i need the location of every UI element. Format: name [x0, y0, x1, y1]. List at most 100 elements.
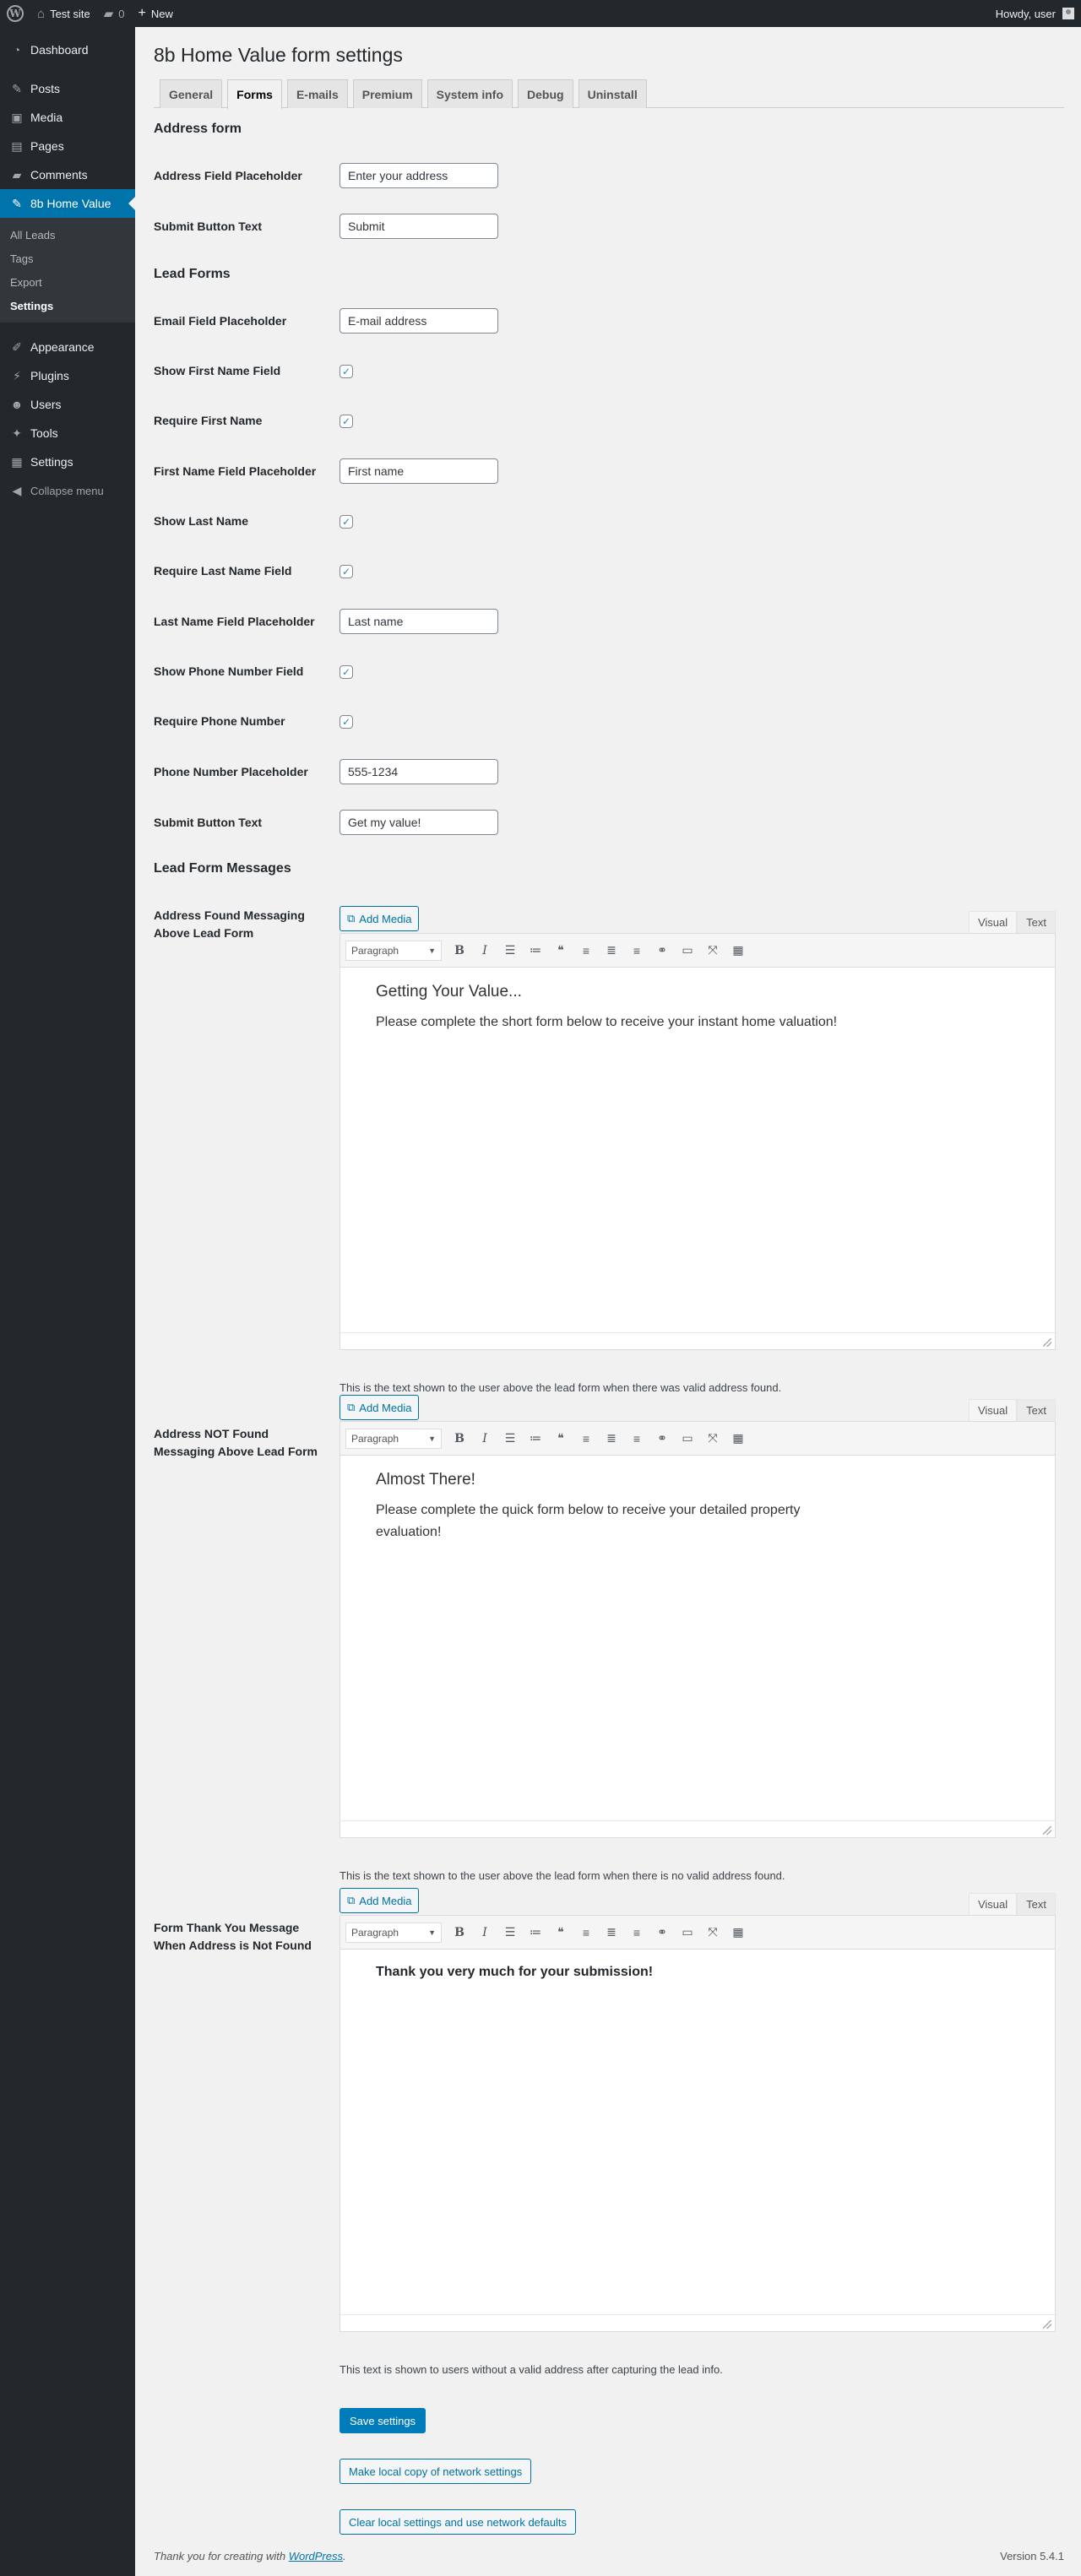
sidebar-item-settings[interactable]: ▦ Settings — [0, 447, 135, 476]
fullscreen-icon[interactable]: ⤧ — [700, 938, 725, 963]
tab-e-mails[interactable]: E-mails — [286, 79, 348, 108]
tab-premium[interactable]: Premium — [352, 79, 422, 108]
read-more-icon[interactable]: ▭ — [675, 1426, 700, 1451]
my-account[interactable]: Howdy, user — [989, 0, 1081, 27]
save-settings-button[interactable]: Save settings — [340, 2408, 426, 2433]
bullet-list-icon[interactable]: ☰ — [497, 1920, 523, 1945]
add-media-button[interactable]: ⧉ Add Media — [340, 1888, 420, 1913]
sidebar-item-media[interactable]: ▣ Media — [0, 103, 135, 132]
align-center-icon[interactable]: ≣ — [599, 938, 624, 963]
read-more-icon[interactable]: ▭ — [675, 938, 700, 963]
show-phone-checkbox[interactable]: ✓ — [340, 665, 353, 679]
read-more-icon[interactable]: ▭ — [675, 1920, 700, 1945]
editor-content[interactable]: Getting Your Value... Please complete th… — [340, 968, 1055, 1332]
sidebar-item-posts[interactable]: ✎ Posts — [0, 74, 135, 103]
sidebar-item-pages[interactable]: ▤ Pages — [0, 132, 135, 160]
address-placeholder-input[interactable] — [340, 163, 498, 188]
sidebar-item-8b-home-value[interactable]: ✎ 8b Home Value — [0, 189, 135, 218]
comments-link[interactable]: ▰ 0 — [97, 0, 132, 27]
blockquote-icon[interactable]: ❝ — [548, 938, 573, 963]
format-select[interactable]: Paragraph ▼ — [345, 1428, 442, 1449]
fullscreen-icon[interactable]: ⤧ — [700, 1920, 725, 1945]
tab-uninstall[interactable]: Uninstall — [578, 79, 647, 108]
tab-system-info[interactable]: System info — [426, 79, 513, 108]
sidebar-item-tools[interactable]: ✦ Tools — [0, 419, 135, 447]
lead-submit-input[interactable] — [340, 810, 498, 835]
link-icon[interactable]: ⚭ — [649, 1426, 675, 1451]
align-right-icon[interactable]: ≡ — [624, 938, 649, 963]
require-first-name-checkbox[interactable]: ✓ — [340, 415, 353, 428]
numbered-list-icon[interactable]: ≔ — [523, 1920, 548, 1945]
blockquote-icon[interactable]: ❝ — [548, 1920, 573, 1945]
bold-icon[interactable]: B — [447, 1920, 472, 1945]
collapse-menu-button[interactable]: ◀ Collapse menu — [0, 476, 135, 505]
tab-forms[interactable]: Forms — [227, 79, 282, 109]
bullet-list-icon[interactable]: ☰ — [497, 1426, 523, 1451]
format-select[interactable]: Paragraph ▼ — [345, 1922, 442, 1943]
numbered-list-icon[interactable]: ≔ — [523, 938, 548, 963]
align-right-icon[interactable]: ≡ — [624, 1920, 649, 1945]
phone-placeholder-input[interactable] — [340, 759, 498, 784]
submenu-item-tags[interactable]: Tags — [0, 247, 135, 270]
align-left-icon[interactable]: ≡ — [573, 938, 599, 963]
first-name-placeholder-input[interactable] — [340, 458, 498, 484]
editor-content[interactable]: Almost There! Please complete the quick … — [340, 1456, 1055, 1820]
resize-handle-icon[interactable] — [1043, 1826, 1051, 1835]
tab-visual[interactable]: Visual — [968, 1893, 1018, 1915]
bold-icon[interactable]: B — [447, 1426, 472, 1451]
sidebar-item-appearance[interactable]: ✐ Appearance — [0, 333, 135, 361]
wordpress-link[interactable]: WordPress — [289, 2550, 343, 2562]
align-center-icon[interactable]: ≣ — [599, 1426, 624, 1451]
sidebar-item-comments[interactable]: ▰ Comments — [0, 160, 135, 189]
new-content-link[interactable]: + New — [132, 0, 180, 27]
align-left-icon[interactable]: ≡ — [573, 1920, 599, 1945]
add-media-button[interactable]: ⧉ Add Media — [340, 1395, 420, 1420]
add-media-button[interactable]: ⧉ Add Media — [340, 906, 420, 931]
italic-icon[interactable]: I — [472, 1920, 497, 1945]
show-first-name-checkbox[interactable]: ✓ — [340, 365, 353, 378]
italic-icon[interactable]: I — [472, 938, 497, 963]
submenu-item-settings[interactable]: Settings — [0, 294, 135, 317]
toolbar-toggle-icon[interactable]: ▦ — [725, 1426, 751, 1451]
link-icon[interactable]: ⚭ — [649, 1920, 675, 1945]
require-last-name-checkbox[interactable]: ✓ — [340, 565, 353, 578]
submenu-item-export[interactable]: Export — [0, 270, 135, 294]
show-last-name-checkbox[interactable]: ✓ — [340, 515, 353, 529]
blockquote-icon[interactable]: ❝ — [548, 1426, 573, 1451]
last-name-placeholder-input[interactable] — [340, 609, 498, 634]
format-select[interactable]: Paragraph ▼ — [345, 940, 442, 961]
sidebar-item-users[interactable]: ☻ Users — [0, 390, 135, 419]
require-phone-checkbox[interactable]: ✓ — [340, 715, 353, 729]
numbered-list-icon[interactable]: ≔ — [523, 1426, 548, 1451]
sidebar-item-plugins[interactable]: ⚡ Plugins — [0, 361, 135, 390]
resize-handle-icon[interactable] — [1043, 1338, 1051, 1347]
copy-network-settings-button[interactable]: Make local copy of network settings — [340, 2459, 532, 2484]
toolbar-toggle-icon[interactable]: ▦ — [725, 938, 751, 963]
editor-content[interactable]: Thank you very much for your submission! — [340, 1950, 1055, 2314]
email-placeholder-input[interactable] — [340, 308, 498, 334]
tab-text[interactable]: Text — [1017, 911, 1056, 933]
address-submit-input[interactable] — [340, 214, 498, 239]
resize-handle-icon[interactable] — [1043, 2320, 1051, 2329]
bold-icon[interactable]: B — [447, 938, 472, 963]
tab-debug[interactable]: Debug — [518, 79, 573, 108]
clear-local-settings-button[interactable]: Clear local settings and use network def… — [340, 2509, 576, 2535]
submenu-item-all-leads[interactable]: All Leads — [0, 223, 135, 247]
tab-visual[interactable]: Visual — [968, 1399, 1018, 1421]
tab-visual[interactable]: Visual — [968, 911, 1018, 933]
italic-icon[interactable]: I — [472, 1426, 497, 1451]
fullscreen-icon[interactable]: ⤧ — [700, 1426, 725, 1451]
sidebar-item-dashboard[interactable]: ◔ Dashboard — [0, 35, 135, 64]
align-left-icon[interactable]: ≡ — [573, 1426, 599, 1451]
site-name-link[interactable]: ⌂ Test site — [30, 0, 97, 27]
address-not-found-editor: ⧉ Add Media Visual Text Paragraph ▼ B I … — [340, 1394, 1056, 1863]
tab-general[interactable]: General — [160, 79, 223, 108]
align-right-icon[interactable]: ≡ — [624, 1426, 649, 1451]
align-center-icon[interactable]: ≣ — [599, 1920, 624, 1945]
toolbar-toggle-icon[interactable]: ▦ — [725, 1920, 751, 1945]
tab-text[interactable]: Text — [1017, 1399, 1056, 1421]
tab-text[interactable]: Text — [1017, 1893, 1056, 1915]
wordpress-logo-icon[interactable]: W — [0, 0, 30, 27]
bullet-list-icon[interactable]: ☰ — [497, 938, 523, 963]
link-icon[interactable]: ⚭ — [649, 938, 675, 963]
